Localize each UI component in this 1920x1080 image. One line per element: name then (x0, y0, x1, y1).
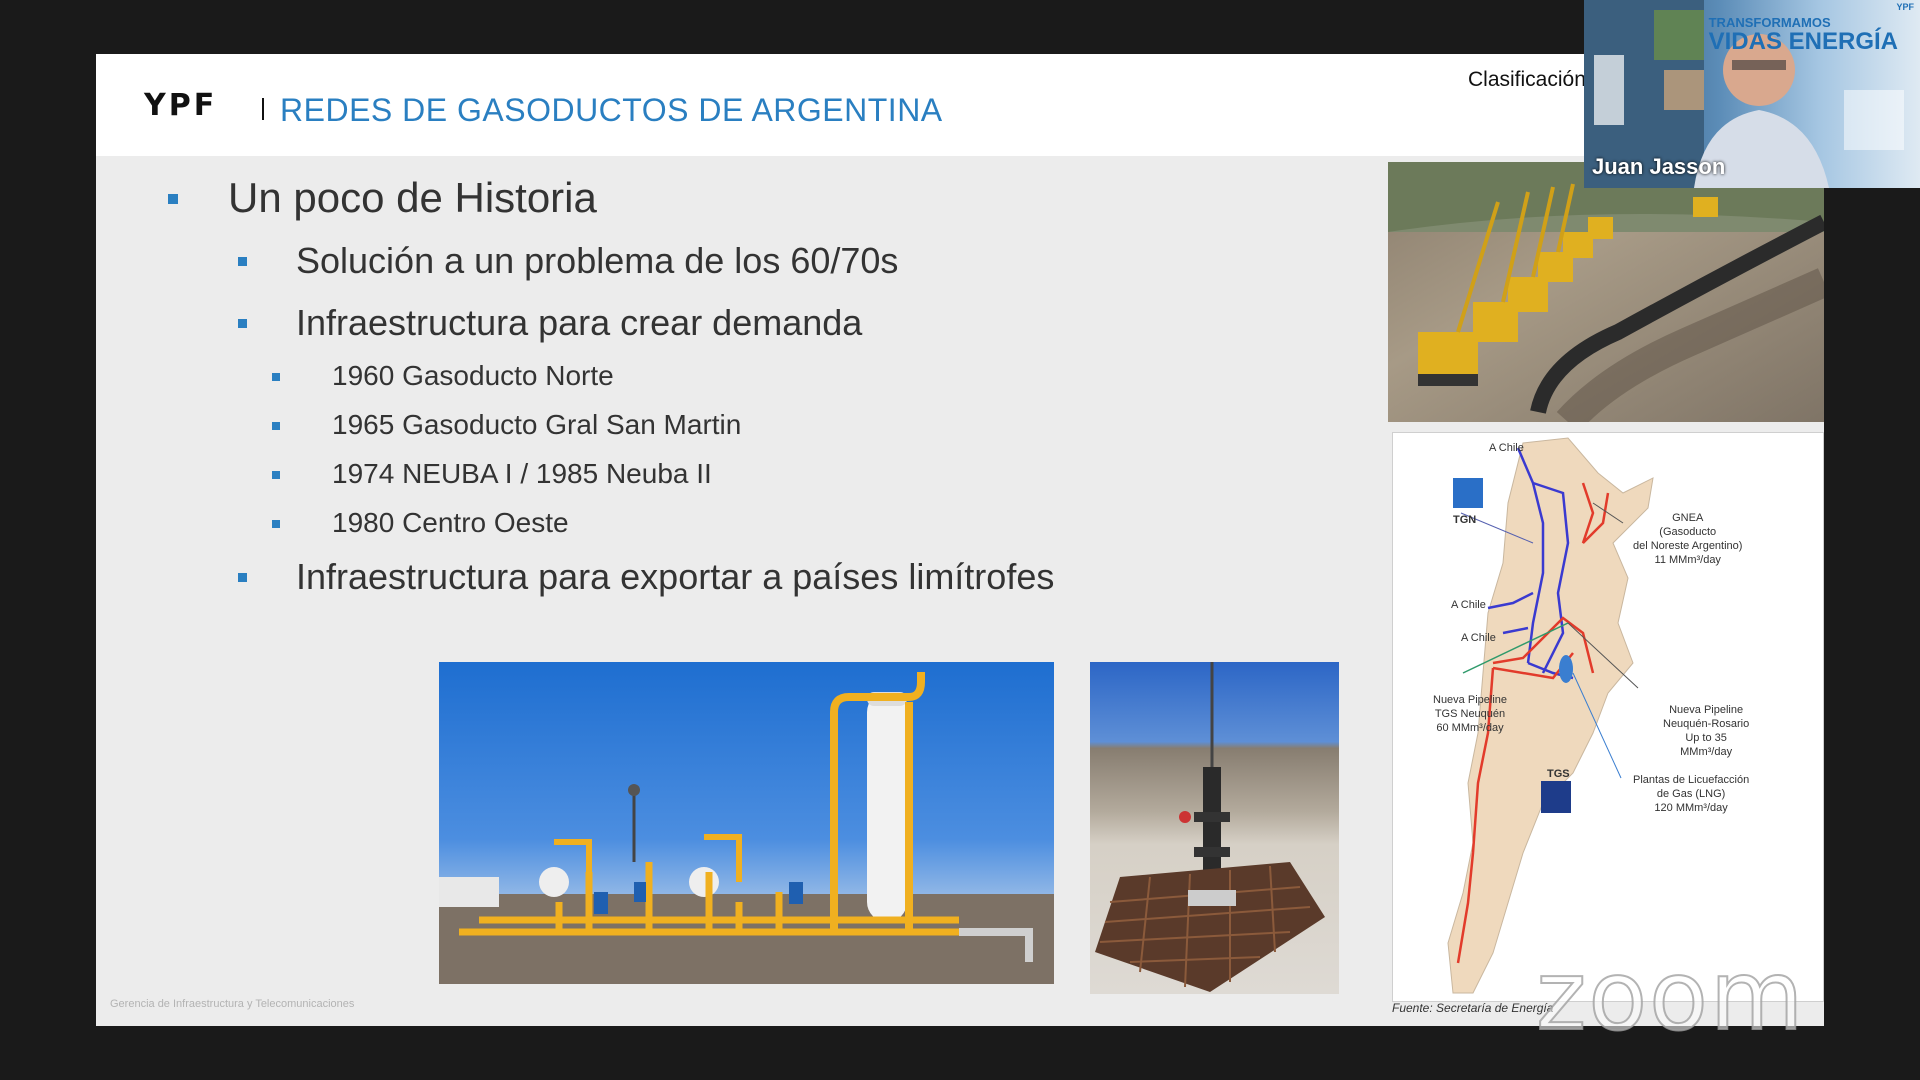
banner-word-vidas: VIDAS (1708, 28, 1782, 55)
banner-word-energia: ENERGÍA (1788, 28, 1898, 55)
participant-name-label: Juan Jasson (1592, 154, 1726, 179)
slide-header: YPF REDES DE GASODUCTOS DE ARGENTINA Cla… (96, 54, 1824, 156)
classification-label: Clasificación (1468, 68, 1586, 91)
map-label-tgn: TGN (1453, 514, 1477, 526)
participant-video-tile[interactable]: TRANSFORMAMOS VIDAS ENERGÍA YPF Juan Jas… (1584, 0, 1920, 188)
video-background-banner: TRANSFORMAMOS VIDAS ENERGÍA (1709, 16, 1898, 55)
bullet-square-icon (238, 257, 247, 266)
bullet-text: Un poco de Historia (228, 174, 597, 221)
sub-bullet-item: 1974 NEUBA I / 1985 Neuba II (272, 458, 712, 490)
bullet-square-icon (272, 422, 280, 430)
bullet-text: Infraestructura para exportar a países l… (296, 556, 1055, 597)
map-label-nueva-neuquen-rosario: Nueva Pipeline Neuquén-Rosario Up to 35 … (1663, 704, 1750, 758)
map-label-lng-plants: Plantas de Licuefacción de Gas (LNG) 120… (1633, 774, 1750, 814)
zoom-watermark: zoom (1535, 939, 1806, 1053)
bullet-square-icon (238, 319, 247, 328)
bullet-heading: Un poco de Historia (168, 174, 597, 222)
map-source-caption: Fuente: Secretaría de Energía (1392, 1001, 1554, 1015)
map-label-chile: A Chile (1461, 632, 1496, 644)
pipeline-construction-photo (1388, 162, 1824, 422)
sub-bullet-item: 1980 Centro Oeste (272, 507, 569, 539)
bullet-square-icon (238, 573, 247, 582)
bullet-item: Infraestructura para crear demanda (238, 302, 863, 344)
title-divider (262, 98, 264, 120)
ypf-logo: YPF (144, 88, 218, 123)
screen-share-view: YPF REDES DE GASODUCTOS DE ARGENTINA Cla… (0, 0, 1920, 1080)
presentation-slide: YPF REDES DE GASODUCTOS DE ARGENTINA Cla… (96, 54, 1824, 1026)
bullet-square-icon (272, 373, 280, 381)
bullet-text: 1974 NEUBA I / 1985 Neuba II (332, 458, 712, 489)
bullet-item: Solución a un problema de los 60/70s (238, 240, 899, 282)
sub-bullet-item: 1965 Gasoducto Gral San Martin (272, 409, 742, 441)
bullet-text: 1980 Centro Oeste (332, 507, 569, 538)
sub-bullet-item: 1960 Gasoducto Norte (272, 360, 614, 392)
bullet-text: Infraestructura para crear demanda (296, 302, 863, 343)
slide-footer-note: Gerencia de Infraestructura y Telecomuni… (110, 998, 355, 1010)
bullet-text: Solución a un problema de los 60/70s (296, 240, 899, 281)
map-label-gnea: GNEA (Gasoducto del Noreste Argentino) 1… (1633, 512, 1743, 566)
bullet-square-icon (272, 471, 280, 479)
bullet-square-icon (168, 194, 178, 204)
map-label-nueva-tgs: Nueva Pipeline TGS Neuquén 60 MMm³/day (1433, 694, 1507, 734)
map-label-chile: A Chile (1489, 442, 1524, 454)
gas-plant-photo (439, 662, 1054, 984)
bullet-square-icon (272, 520, 280, 528)
bullet-item: Infraestructura para exportar a países l… (238, 556, 1055, 598)
bullet-text: 1965 Gasoducto Gral San Martin (332, 409, 742, 440)
banner-line-2: VIDAS ENERGÍA (1709, 29, 1898, 55)
bullet-text: 1960 Gasoducto Norte (332, 360, 614, 391)
slide-title: REDES DE GASODUCTOS DE ARGENTINA (280, 92, 943, 128)
map-label-chile: A Chile (1451, 599, 1486, 611)
wellhead-photo (1090, 662, 1339, 994)
gas-pipeline-map: A Chile TGN A Chile A Chile GNEA (Gasodu… (1392, 432, 1824, 1002)
video-brand-logo: YPF (1896, 2, 1914, 12)
map-label-tgs: TGS (1547, 768, 1570, 780)
